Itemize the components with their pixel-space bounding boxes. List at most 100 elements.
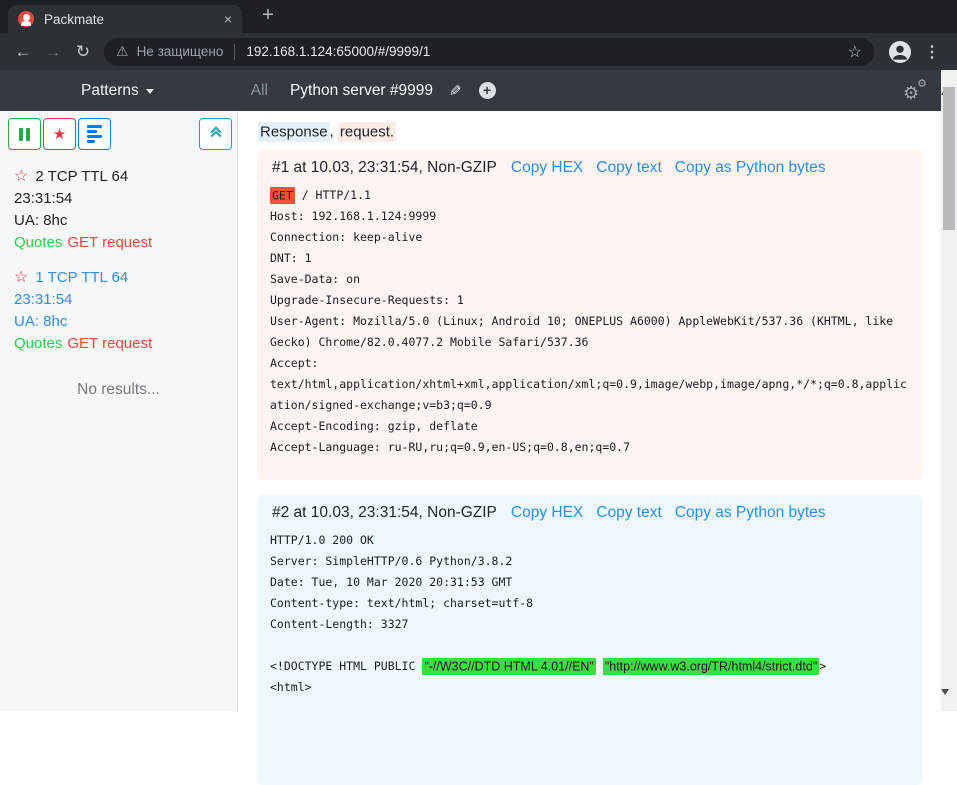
stream-item[interactable]: ☆1 TCP TTL 6423:31:54UA: 8hcQuotesGET re… [14,267,227,355]
text-segment: Server: SimpleHTTP/0.6 Python/3.8.2 [270,554,512,568]
tab-title: Packmate [44,12,224,27]
reload-icon[interactable]: ↻ [68,42,98,62]
chevron-down-icon [146,89,154,98]
tab-service[interactable]: Python server #9999 [290,82,433,100]
packet-header: #2 at 10.03, 23:31:54, Non-GZIP Copy HEX C… [270,504,909,522]
text-segment: Accept: text/html,application/xhtml+xml,… [270,356,907,412]
packet-content-line: Connection: keep-alive [270,227,909,248]
favorite-star-icon[interactable]: ☆ [14,168,28,185]
stream-item[interactable]: ☆2 TCP TTL 6423:31:54UA: 8hcQuotesGET re… [14,166,227,254]
stream-tag: GET request [67,234,152,251]
add-service-icon[interactable] [479,82,496,99]
favorites-filter-button[interactable]: ★ [43,118,76,150]
forward-icon[interactable]: → [38,42,68,62]
stream-detail-panel: Response, request. #1 at 10.03, 23:31:54… [239,111,941,711]
packet-content-line: <html> [270,677,909,698]
packet-content: GET / HTTP/1.1 Host: 192.168.1.124:9999 Co… [270,185,909,458]
copy-as-python-bytes-link[interactable]: Copy as Python bytes [675,159,826,177]
address-bar[interactable]: ⚠ Не защищено 192.168.1.124:65000/#/9999… [104,38,874,66]
packet-content-line: Server: SimpleHTTP/0.6 Python/3.8.2 [270,551,909,572]
new-tab-button[interactable]: + [256,4,280,27]
patterns-dropdown[interactable]: Patterns [81,82,154,100]
packet-content-line: Date: Tue, 10 Mar 2020 20:31:53 GMT [270,572,909,593]
packet-content-line: User-Agent: Mozilla/5.0 (Linux; Android … [270,311,909,353]
text-segment: User-Agent: Mozilla/5.0 (Linux; Android … [270,314,900,349]
text-segment: Upgrade-Insecure-Requests: 1 [270,293,464,307]
packet-header: #1 at 10.03, 23:31:54, Non-GZIP Copy HEX C… [270,159,909,177]
text-segment: Date: Tue, 10 Mar 2020 20:31:53 GMT [270,575,512,589]
url-text[interactable]: 192.168.1.124:65000/#/9999/1 [246,44,430,59]
text-segment: HTTP/1.0 200 OK [270,533,374,547]
profile-avatar[interactable] [888,40,912,64]
text-segment: Host: 192.168.1.124:9999 [270,209,436,223]
stream-user-agent: UA: 8hc [14,311,227,333]
stream-tag: GET request [67,335,152,352]
packmate-favicon-icon [18,11,34,27]
packet-content-line: Upgrade-Insecure-Requests: 1 [270,290,909,311]
text-segment: , [330,123,338,140]
bookmark-star-icon[interactable]: ☆ [848,42,862,62]
copy-text-link[interactable]: Copy text [596,159,661,177]
stream-time: 23:31:54 [14,289,227,311]
browser-menu-icon[interactable]: ⋮ [924,42,940,62]
highlight-green: "http://www.w3.org/TR/html4/strict.dtd" [603,658,819,675]
text-segment: <html> [270,680,312,694]
omnibox-divider [234,44,235,60]
text-segment: DNT: 1 [270,251,312,265]
packet-content-line: Accept-Language: ru-RU,ru;q=0.9,en-US;q=… [270,437,909,458]
text-segment: Accept-Encoding: gzip, deflate [270,419,478,433]
packet-content-line: Content-type: text/html; charset=utf-8 [270,593,909,614]
pause-button[interactable] [8,118,41,150]
list-view-button[interactable] [78,118,111,150]
packet-content-line: <!DOCTYPE HTML PUBLIC "-//W3C//DTD HTML … [270,656,909,677]
copy-hex-link[interactable]: Copy HEX [511,504,583,522]
text-segment: Accept-Language: ru-RU,ru;q=0.9,en-US;q=… [270,440,630,454]
highlight-request: request. [338,122,396,142]
packet-content-line: GET / HTTP/1.1 [270,185,909,206]
copy-as-python-bytes-link[interactable]: Copy as Python bytes [675,504,826,522]
highlight-response: Response [258,122,330,142]
copy-text-link[interactable]: Copy text [596,504,661,522]
packet-list: #1 at 10.03, 23:31:54, Non-GZIP Copy HEX C… [239,150,941,785]
stream-user-agent: UA: 8hc [14,210,227,232]
edit-service-icon[interactable]: ✎ [449,82,462,100]
scroll-down-arrow[interactable] [941,695,957,709]
packet-content-line: Host: 192.168.1.124:9999 [270,206,909,227]
stream-tags: QuotesGET request [14,333,227,355]
text-segment: Content-Length: 3327 [270,617,408,631]
packet-title: #1 at 10.03, 23:31:54, Non-GZIP [272,159,497,177]
page-scrollbar[interactable] [941,70,957,711]
text-segment: Content-type: text/html; charset=utf-8 [270,596,533,610]
security-status-text[interactable]: Не защищено [137,44,224,59]
not-secure-warning-icon: ⚠ [116,43,129,60]
stream-tags: Quotes GET request [14,232,227,254]
tab-all[interactable]: All [251,82,268,100]
stream-tag: Quotes [14,234,62,251]
copy-hex-link[interactable]: Copy HEX [511,159,583,177]
tab-close-icon[interactable]: × [224,12,232,26]
browser-tab[interactable]: Packmate × [8,5,242,33]
text-segment [596,659,603,673]
patterns-label: Patterns [81,82,139,100]
summary-line: Response, request. [258,123,941,140]
packet-2: #2 at 10.03, 23:31:54, Non-GZIP Copy HEX C… [257,495,922,785]
text-segment: Save-Data: on [270,272,360,286]
back-icon[interactable]: ← [8,42,38,62]
text-segment: > [819,659,826,673]
packet-content-line: DNT: 1 [270,248,909,269]
packet-content-line: Accept: text/html,application/xhtml+xml,… [270,353,909,416]
text-segment: <!DOCTYPE HTML PUBLIC [270,659,422,673]
sidebar-toolbar: ★ [0,111,237,150]
browser-toolbar: ← → ↻ ⚠ Не защищено 192.168.1.124:65000/… [0,33,957,70]
packet-content-line: Accept-Encoding: gzip, deflate [270,416,909,437]
scroll-up-arrow[interactable] [941,72,957,86]
packet-1: #1 at 10.03, 23:31:54, Non-GZIP Copy HEX C… [257,150,922,480]
packet-content-line: Content-Length: 3327 [270,614,909,635]
collapse-sidebar-button[interactable] [199,118,232,150]
packet-content-line [270,635,909,656]
scrollbar-thumb[interactable] [943,87,955,230]
favorite-star-icon[interactable]: ☆ [14,269,28,286]
packet-title: #2 at 10.03, 23:31:54, Non-GZIP [272,504,497,522]
highlight-green: "-//W3C//DTD HTML 4.01//EN" [422,658,596,675]
settings-gears-icon[interactable]: ⚙ ⚙ [903,80,927,102]
